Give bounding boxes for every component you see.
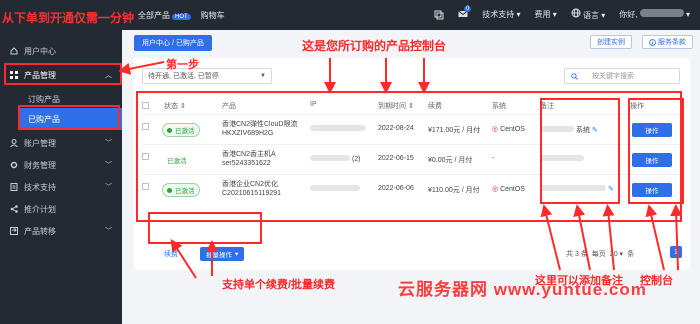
sidebar-label: 技术支持: [24, 182, 56, 192]
annotation-renew-note: 支持单个续费/批量续费: [222, 279, 336, 291]
unit-label: 条: [627, 251, 635, 258]
home-icon: [10, 47, 18, 55]
share-icon: [10, 205, 18, 213]
sidebar-label: 推介计划: [24, 204, 56, 214]
total-count: 共 3 条: [566, 251, 588, 258]
bulk-operation-button[interactable]: 批量操作 ▾: [200, 247, 245, 261]
watermark: 云服务器网 www.yuntue.com: [398, 280, 647, 299]
gear-icon: [10, 161, 18, 169]
search-icon: [571, 72, 578, 80]
create-instance-label: 创建实例: [597, 39, 625, 46]
caret-down-icon: ▼: [260, 73, 266, 79]
annotation-step1: 第一步: [166, 59, 199, 71]
table-footer: 续费 批量操作 ▾ 共 3 条 每页 20 ▾ 条 1: [134, 244, 690, 266]
transfer-icon: [10, 227, 18, 235]
top-nav: 全部产品 HOT 购物车: [138, 10, 225, 21]
layers-icon[interactable]: [434, 10, 444, 20]
chevron-down-icon: ﹀: [105, 140, 112, 147]
nav-all-products-label: 全部产品: [138, 11, 170, 20]
hot-badge: HOT: [172, 14, 191, 20]
sidebar-item-account-mgmt[interactable]: 账户管理 ﹀: [0, 132, 122, 154]
per-page-label: 每页: [591, 251, 606, 258]
support-menu[interactable]: 技术支持 ▾: [482, 9, 520, 20]
search-placeholder: 按关键字搜索: [592, 73, 634, 80]
breadcrumb: 用户中心 / 已购产品: [134, 35, 212, 51]
bulk-label: 批量操作: [206, 252, 232, 259]
breadcrumb-text: 用户中心 / 已购产品: [142, 40, 204, 47]
search-input[interactable]: 按关键字搜索: [564, 68, 680, 84]
create-instance-button[interactable]: 创建实例: [590, 35, 632, 49]
status-filter-value: 待开通, 已激活, 已暂停: [148, 73, 219, 80]
pagination-info: 共 3 条 每页 20 ▾ 条: [566, 249, 634, 259]
top-annotation: 从下单到开通仅需一分钟: [2, 11, 135, 25]
annotation-box-console: [628, 98, 684, 204]
language-menu[interactable]: 语言 ▾: [571, 8, 605, 21]
renew-button[interactable]: 续费: [164, 249, 178, 259]
sidebar-label: 账户管理: [24, 138, 56, 148]
support-label: 技术支持: [482, 10, 515, 19]
page-size-value: 20: [609, 251, 618, 258]
service-terms-button[interactable]: 服务条款: [642, 35, 693, 49]
mail-count: 0: [463, 5, 472, 12]
sidebar-label: 财务管理: [24, 160, 56, 170]
page-size-select[interactable]: 20 ▾: [610, 250, 623, 258]
annotation-controls-title: 这是您所订购的产品控制台: [302, 39, 447, 53]
page-button[interactable]: 1: [670, 246, 682, 258]
sidebar-label: 订购产品: [28, 94, 60, 104]
annotation-box-renew: [148, 212, 262, 244]
nav-cart[interactable]: 购物车: [201, 10, 225, 21]
chevron-down-icon: ﹀: [105, 162, 112, 169]
annotation-box-notes: [540, 98, 620, 204]
greeting-label: 你好,: [619, 10, 638, 19]
billing-menu[interactable]: 费用 ▾: [535, 9, 557, 20]
language-label: 语言: [583, 11, 600, 20]
service-terms-label: 服务条款: [658, 39, 686, 46]
user-icon: [10, 139, 18, 147]
chevron-down-icon: ﹀: [105, 228, 112, 235]
sidebar-item-tech-support[interactable]: 技术支持 ﹀: [0, 176, 122, 198]
globe-icon: [571, 8, 581, 18]
chevron-down-icon: ﹀: [105, 184, 112, 191]
sidebar-label: 用户中心: [24, 46, 56, 56]
status-filter-select[interactable]: 待开通, 已激活, 已暂停 ▼: [142, 68, 272, 84]
top-right: 0 技术支持 ▾ 费用 ▾ 语言 ▾ 你好, ▾: [434, 5, 690, 21]
sidebar-item-referral[interactable]: 推介计划: [0, 198, 122, 220]
sidebar-label: 产品转移: [24, 226, 56, 236]
username-blurred: [639, 9, 684, 17]
document-icon: [10, 183, 18, 191]
annotation-box-product-mgmt: [4, 63, 122, 85]
billing-label: 费用: [534, 10, 551, 19]
sidebar-item-finance-mgmt[interactable]: 财务管理 ﹀: [0, 154, 122, 176]
top-bar: 从下单到开通仅需一分钟 全部产品 HOT 购物车 0 技术支持 ▾ 费用 ▾ 语言…: [0, 0, 700, 30]
sidebar-item-user-center[interactable]: 用户中心: [0, 40, 122, 62]
user-menu[interactable]: 你好, ▾: [619, 9, 690, 20]
annotation-box-purchased: [18, 105, 120, 129]
mail-button[interactable]: 0: [458, 5, 472, 21]
nav-all-products[interactable]: 全部产品 HOT: [138, 10, 191, 21]
sidebar-item-product-transfer[interactable]: 产品转移 ﹀: [0, 220, 122, 242]
info-icon: [649, 38, 656, 46]
